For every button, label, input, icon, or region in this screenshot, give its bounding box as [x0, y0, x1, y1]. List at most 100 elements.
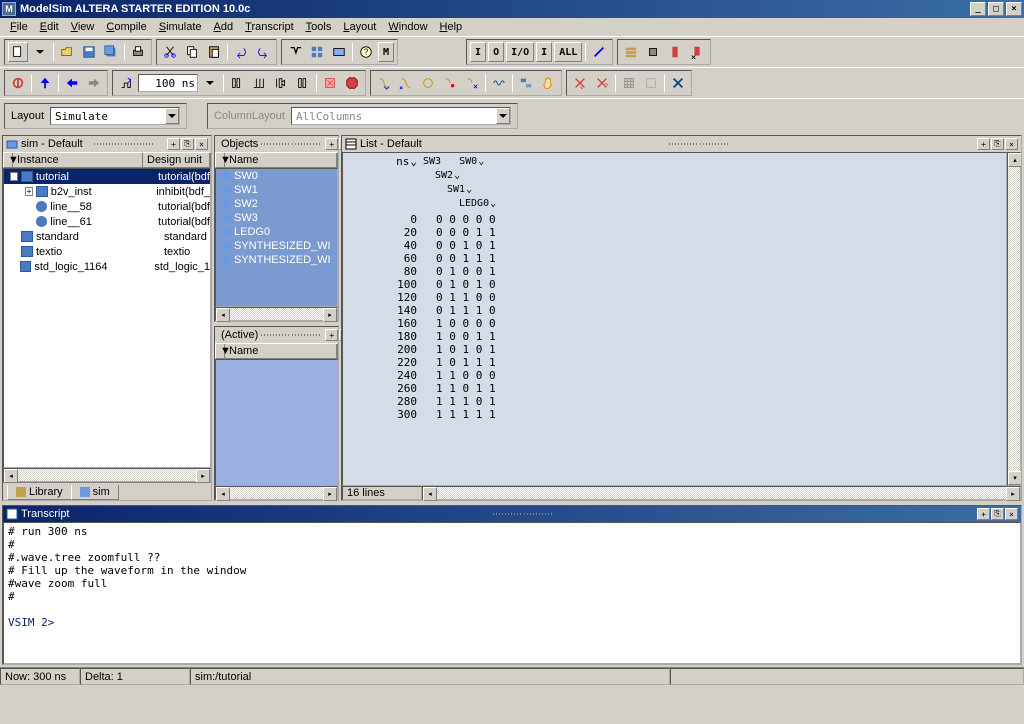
bookmark-x-button[interactable]	[687, 42, 707, 62]
menu-add[interactable]: Add	[208, 20, 240, 34]
object-row[interactable]: SYNTHESIZED_WI	[216, 239, 337, 253]
object-row[interactable]: SW3	[216, 211, 337, 225]
grid2-button[interactable]	[641, 73, 661, 93]
run-step-button[interactable]	[116, 73, 136, 93]
trace2-button[interactable]	[396, 73, 416, 93]
tree-row[interactable]: line__58tutorial(bdf	[4, 199, 210, 214]
menu-tools[interactable]: Tools	[300, 20, 338, 34]
minimize-button[interactable]: _	[970, 2, 986, 16]
list-row[interactable]: 1601 0 0 0 0	[343, 317, 1006, 330]
list-row[interactable]: 2001 0 1 0 1	[343, 343, 1006, 356]
help-button[interactable]: ?	[356, 42, 376, 62]
io-io-button[interactable]: I/O	[506, 42, 534, 62]
menu-layout[interactable]: Layout	[337, 20, 382, 34]
back-button[interactable]	[62, 73, 82, 93]
menu-compile[interactable]: Compile	[100, 20, 152, 34]
close-button[interactable]: ×	[1006, 2, 1022, 16]
open-button[interactable]	[57, 42, 77, 62]
menu-simulate[interactable]: Simulate	[153, 20, 208, 34]
trace5-button[interactable]	[462, 73, 482, 93]
list-row[interactable]: 600 0 1 1 1	[343, 252, 1006, 265]
undo-button[interactable]	[231, 42, 251, 62]
objects-scroll-h[interactable]: ◂▸	[215, 307, 338, 321]
list-row[interactable]: 1000 1 0 1 0	[343, 278, 1006, 291]
new-dropdown[interactable]	[30, 42, 50, 62]
delete1-button[interactable]	[570, 73, 590, 93]
panel-add-button[interactable]: +	[325, 329, 338, 341]
sim-column-header[interactable]: ▼ Instance Design unit	[3, 152, 211, 168]
sim-tree[interactable]: -tutorialtutorial(bdf+b2v_instinhibit(bd…	[3, 168, 211, 468]
tree-row[interactable]: textiotextio	[4, 244, 210, 259]
trace1-button[interactable]	[374, 73, 394, 93]
stop-button[interactable]	[342, 73, 362, 93]
panel-add-button[interactable]: +	[977, 508, 990, 520]
maximize-button[interactable]: □	[988, 2, 1004, 16]
compile-button[interactable]	[307, 42, 327, 62]
panel-undock-button[interactable]: ⎘	[991, 138, 1004, 150]
menu-edit[interactable]: Edit	[34, 20, 65, 34]
break-button[interactable]	[293, 73, 313, 93]
tree-row[interactable]: std_logic_1164std_logic_1	[4, 259, 210, 274]
io-i2-button[interactable]: I	[536, 42, 552, 62]
tab-sim[interactable]: sim	[71, 485, 119, 500]
tree-row[interactable]: line__61tutorial(bdf	[4, 214, 210, 229]
panel-add-button[interactable]: +	[325, 138, 338, 150]
paste-button[interactable]	[204, 42, 224, 62]
find-button[interactable]	[285, 42, 305, 62]
save-all-button[interactable]	[101, 42, 121, 62]
clear-x-button[interactable]	[668, 73, 688, 93]
list-row[interactable]: 200 0 0 1 1	[343, 226, 1006, 239]
object-row[interactable]: SW2	[216, 197, 337, 211]
panel-add-button[interactable]: +	[977, 138, 990, 150]
trace3-button[interactable]	[418, 73, 438, 93]
grid1-button[interactable]	[619, 73, 639, 93]
transcript-body[interactable]: # run 300 ns # #.wave.tree zoomfull ?? #…	[3, 522, 1021, 664]
hand-button[interactable]	[538, 73, 558, 93]
active-column-header[interactable]: ▼ Name	[215, 343, 338, 359]
cut-button[interactable]	[160, 42, 180, 62]
new-button[interactable]	[8, 42, 28, 62]
print-button[interactable]	[128, 42, 148, 62]
menu-help[interactable]: Help	[434, 20, 469, 34]
menu-view[interactable]: View	[65, 20, 101, 34]
tree-row[interactable]: +b2v_instinhibit(bdf_	[4, 184, 210, 199]
run-time-input[interactable]	[138, 74, 198, 92]
save-button[interactable]	[79, 42, 99, 62]
object-row[interactable]: SW1	[216, 183, 337, 197]
copy-button[interactable]	[182, 42, 202, 62]
list-row[interactable]: 2801 1 1 0 1	[343, 395, 1006, 408]
list-row[interactable]: 800 1 0 0 1	[343, 265, 1006, 278]
simulate-button[interactable]	[329, 42, 349, 62]
tree-row[interactable]: standardstandard	[4, 229, 210, 244]
menu-transcript[interactable]: Transcript	[239, 20, 300, 34]
wand-button[interactable]	[589, 42, 609, 62]
list-body[interactable]: ns⌄ SW3 SW0⌄ SW2⌄ SW1⌄ LEDG0⌄ 00 0 0 0 0…	[342, 152, 1007, 486]
locals-button[interactable]	[516, 73, 536, 93]
continue-button[interactable]	[271, 73, 291, 93]
run-button[interactable]	[227, 73, 247, 93]
list-row[interactable]: 1400 1 1 1 0	[343, 304, 1006, 317]
bookmark-button[interactable]	[665, 42, 685, 62]
list-row[interactable]: 1200 1 1 0 0	[343, 291, 1006, 304]
list-row[interactable]: 3001 1 1 1 1	[343, 408, 1006, 421]
object-row[interactable]: LEDG0	[216, 225, 337, 239]
list-row[interactable]: 1801 0 0 1 1	[343, 330, 1006, 343]
panel-undock-button[interactable]: ⎘	[991, 508, 1004, 520]
up-button[interactable]	[35, 73, 55, 93]
objects-column-header[interactable]: ▼ Name	[215, 152, 338, 168]
list-row[interactable]: 400 0 1 0 1	[343, 239, 1006, 252]
list-row[interactable]: 00 0 0 0 0	[343, 213, 1006, 226]
list-scroll-h[interactable]: ◂▸	[422, 486, 1021, 500]
chip-button[interactable]	[643, 42, 663, 62]
menu-file[interactable]: File	[4, 20, 34, 34]
tab-library[interactable]: Library	[7, 485, 72, 500]
io-o-button[interactable]: O	[488, 42, 504, 62]
layout-combo[interactable]: Simulate	[50, 107, 180, 125]
run-all-button[interactable]	[249, 73, 269, 93]
panel-close-button[interactable]: ×	[1005, 138, 1018, 150]
sim-scroll-h[interactable]: ◂▸	[3, 468, 211, 482]
active-scroll-h[interactable]: ◂▸	[215, 486, 338, 500]
io-i-button[interactable]: I	[470, 42, 486, 62]
waves-button[interactable]	[489, 73, 509, 93]
object-row[interactable]: SYNTHESIZED_WI	[216, 253, 337, 267]
